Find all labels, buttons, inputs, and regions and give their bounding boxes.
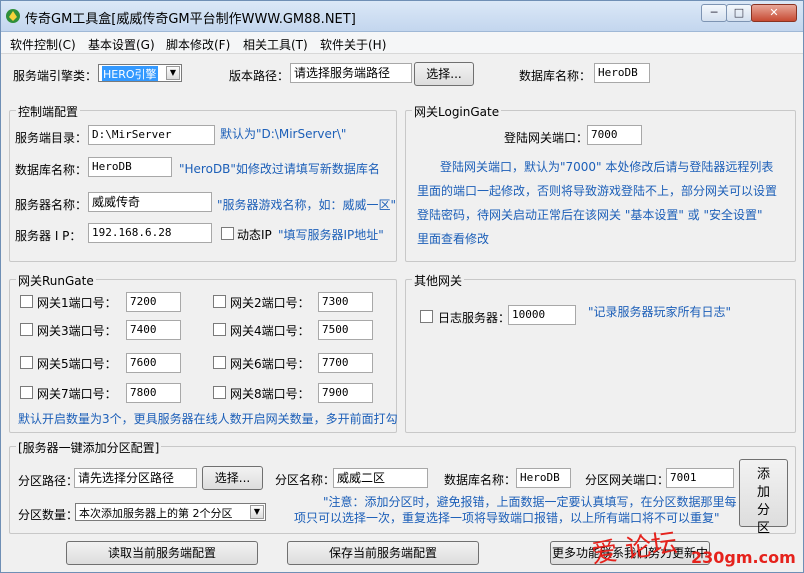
partition-name-label: 分区名称： bbox=[275, 473, 336, 487]
path-label: 版本路径： bbox=[229, 69, 290, 83]
login-port-input[interactable]: 7000 bbox=[587, 125, 642, 145]
server-name-label: 服务器名称： bbox=[15, 198, 88, 212]
partition-path-input[interactable]: 请先选择分区路径 bbox=[74, 468, 197, 488]
login-desc-line-4: 里面查看修改 bbox=[417, 232, 490, 246]
app-logo-icon bbox=[6, 9, 20, 23]
menu-bar: 软件控制(C) 基本设置(G) 脚本修改(F) 相关工具(T) 软件关于(H) bbox=[1, 32, 803, 54]
server-ip-label: 服务器 I P： bbox=[15, 229, 82, 243]
partition-count-select[interactable]: 本次添加服务器上的第 2个分区 ▼ bbox=[75, 503, 266, 521]
gate6-port-input[interactable]: 7700 bbox=[318, 353, 373, 373]
top-db-label: 数据库名称： bbox=[519, 69, 592, 83]
control-db-hint: "HeroDB"如修改过请填写新数据库名 bbox=[179, 162, 380, 176]
add-partition-button[interactable]: 添加分区 bbox=[739, 459, 788, 536]
menu-script-edit[interactable]: 脚本修改(F) bbox=[166, 36, 230, 53]
gate8-label: 网关8端口号： bbox=[230, 387, 310, 401]
other-gate-title: 其他网关 bbox=[412, 272, 465, 289]
partition-db-label: 数据库名称： bbox=[444, 473, 517, 487]
gate7-checkbox[interactable] bbox=[20, 386, 33, 399]
gate8-port-input[interactable]: 7900 bbox=[318, 383, 373, 403]
minimize-button[interactable]: ─ bbox=[701, 4, 727, 22]
server-name-hint: "服务器游戏名称，如：威威一区" bbox=[217, 198, 397, 212]
gate2-port-input[interactable]: 7300 bbox=[318, 292, 373, 312]
log-server-label: 日志服务器： bbox=[438, 311, 511, 325]
server-name-input[interactable]: 威威传奇 bbox=[88, 192, 212, 212]
login-gate-title: 网关LoginGate bbox=[412, 103, 502, 120]
partition-title: [服务器一键添加分区配置] bbox=[16, 439, 162, 456]
log-server-checkbox[interactable] bbox=[420, 310, 433, 323]
control-db-label: 数据库名称： bbox=[15, 163, 88, 177]
gate2-checkbox[interactable] bbox=[213, 295, 226, 308]
server-dir-label: 服务端目录： bbox=[15, 131, 88, 145]
partition-browse-button[interactable]: 选择... bbox=[202, 466, 263, 490]
dropdown-arrow-icon: ▼ bbox=[250, 505, 264, 519]
control-config-title: 控制端配置 bbox=[16, 103, 81, 120]
gate8-checkbox[interactable] bbox=[213, 386, 226, 399]
login-desc-line-2: 里面的端口一起修改，否则将导致游戏登陆不上，部分网关可以设置 bbox=[417, 184, 778, 198]
menu-basic-settings[interactable]: 基本设置(G) bbox=[88, 36, 155, 53]
gate1-checkbox[interactable] bbox=[20, 295, 33, 308]
gate5-checkbox[interactable] bbox=[20, 356, 33, 369]
gate7-port-input[interactable]: 7800 bbox=[126, 383, 181, 403]
server-ip-input[interactable]: 192.168.6.28 bbox=[88, 223, 212, 243]
partition-note-line-2: 项只可以选择一次，重复选择一项将导致端口报错，以上所有端口将不可以重复" bbox=[294, 511, 720, 525]
top-db-input[interactable]: HeroDB bbox=[594, 63, 650, 83]
gate4-label: 网关4端口号： bbox=[230, 324, 310, 338]
gate3-port-input[interactable]: 7400 bbox=[126, 320, 181, 340]
engine-select-value: HERO引擎 bbox=[102, 66, 158, 81]
gate1-label: 网关1端口号： bbox=[37, 296, 117, 310]
watermark-url: 230gm.com bbox=[691, 548, 796, 567]
partition-count-value: 本次添加服务器上的第 2个分区 bbox=[79, 507, 233, 520]
dynamic-ip-checkbox[interactable] bbox=[221, 227, 234, 240]
partition-db-input[interactable]: HeroDB bbox=[516, 468, 571, 488]
menu-software-control[interactable]: 软件控制(C) bbox=[10, 36, 76, 53]
server-dir-input[interactable]: D:\MirServer bbox=[88, 125, 215, 145]
dropdown-arrow-icon: ▼ bbox=[166, 66, 180, 80]
gate3-label: 网关3端口号： bbox=[37, 324, 117, 338]
login-port-label: 登陆网关端口： bbox=[504, 131, 589, 145]
rungate-note: 默认开启数量为3个，更具服务器在线人数开启网关数量，多开前面打勾 bbox=[18, 412, 398, 426]
partition-count-label: 分区数量： bbox=[18, 508, 79, 522]
gate4-checkbox[interactable] bbox=[213, 323, 226, 336]
gate1-port-input[interactable]: 7200 bbox=[126, 292, 181, 312]
server-ip-hint: "填写服务器IP地址" bbox=[278, 228, 384, 242]
login-desc-line-3: 登陆密码，待网关启动正常后在该网关 "基本设置" 或 "安全设置" bbox=[417, 208, 763, 222]
browse-path-button[interactable]: 选择... bbox=[414, 62, 474, 86]
close-button[interactable]: ✕ bbox=[751, 4, 797, 22]
gate2-label: 网关2端口号： bbox=[230, 296, 310, 310]
save-config-button[interactable]: 保存当前服务端配置 bbox=[287, 541, 479, 565]
gate4-port-input[interactable]: 7500 bbox=[318, 320, 373, 340]
menu-related-tools[interactable]: 相关工具(T) bbox=[243, 36, 308, 53]
partition-port-input[interactable]: 7001 bbox=[666, 468, 734, 488]
gate6-checkbox[interactable] bbox=[213, 356, 226, 369]
gate3-checkbox[interactable] bbox=[20, 323, 33, 336]
gate6-label: 网关6端口号： bbox=[230, 357, 310, 371]
window-title: 传奇GM工具盒[威威传奇GM平台制作WWW.GM88.NET] bbox=[25, 12, 356, 27]
log-server-input[interactable]: 10000 bbox=[508, 305, 576, 325]
partition-name-input[interactable]: 威威二区 bbox=[333, 468, 428, 488]
gate5-port-input[interactable]: 7600 bbox=[126, 353, 181, 373]
server-path-input[interactable]: 请选择服务端路径 bbox=[290, 63, 412, 83]
maximize-button[interactable]: □ bbox=[726, 4, 752, 22]
server-dir-hint: 默认为"D:\MirServer\" bbox=[220, 127, 347, 141]
partition-port-label: 分区网关端口： bbox=[585, 473, 670, 487]
login-desc-line-1: 登陆网关端口，默认为"7000" 本处修改后请与登陆器远程列表 bbox=[440, 160, 774, 174]
title-bar[interactable]: 传奇GM工具盒[威威传奇GM平台制作WWW.GM88.NET] ─ □ ✕ bbox=[1, 1, 803, 32]
engine-label: 服务端引擎类： bbox=[13, 69, 98, 83]
partition-path-label: 分区路径： bbox=[18, 474, 79, 488]
gate5-label: 网关5端口号： bbox=[37, 357, 117, 371]
dynamic-ip-label: 动态IP bbox=[237, 228, 272, 242]
engine-select[interactable]: HERO引擎 ▼ bbox=[98, 64, 182, 82]
run-gate-title: 网关RunGate bbox=[16, 272, 96, 289]
control-db-input[interactable]: HeroDB bbox=[88, 157, 172, 177]
gate7-label: 网关7端口号： bbox=[37, 387, 117, 401]
read-config-button[interactable]: 读取当前服务端配置 bbox=[66, 541, 258, 565]
partition-note-line-1: "注意：添加分区时，避免报错，上面数据一定要认真填写，在分区数据那里每 bbox=[323, 495, 737, 509]
menu-about[interactable]: 软件关于(H) bbox=[320, 36, 386, 53]
main-window: 传奇GM工具盒[威威传奇GM平台制作WWW.GM88.NET] ─ □ ✕ 软件… bbox=[0, 0, 804, 573]
log-server-hint: "记录服务器玩家所有日志" bbox=[588, 305, 732, 319]
